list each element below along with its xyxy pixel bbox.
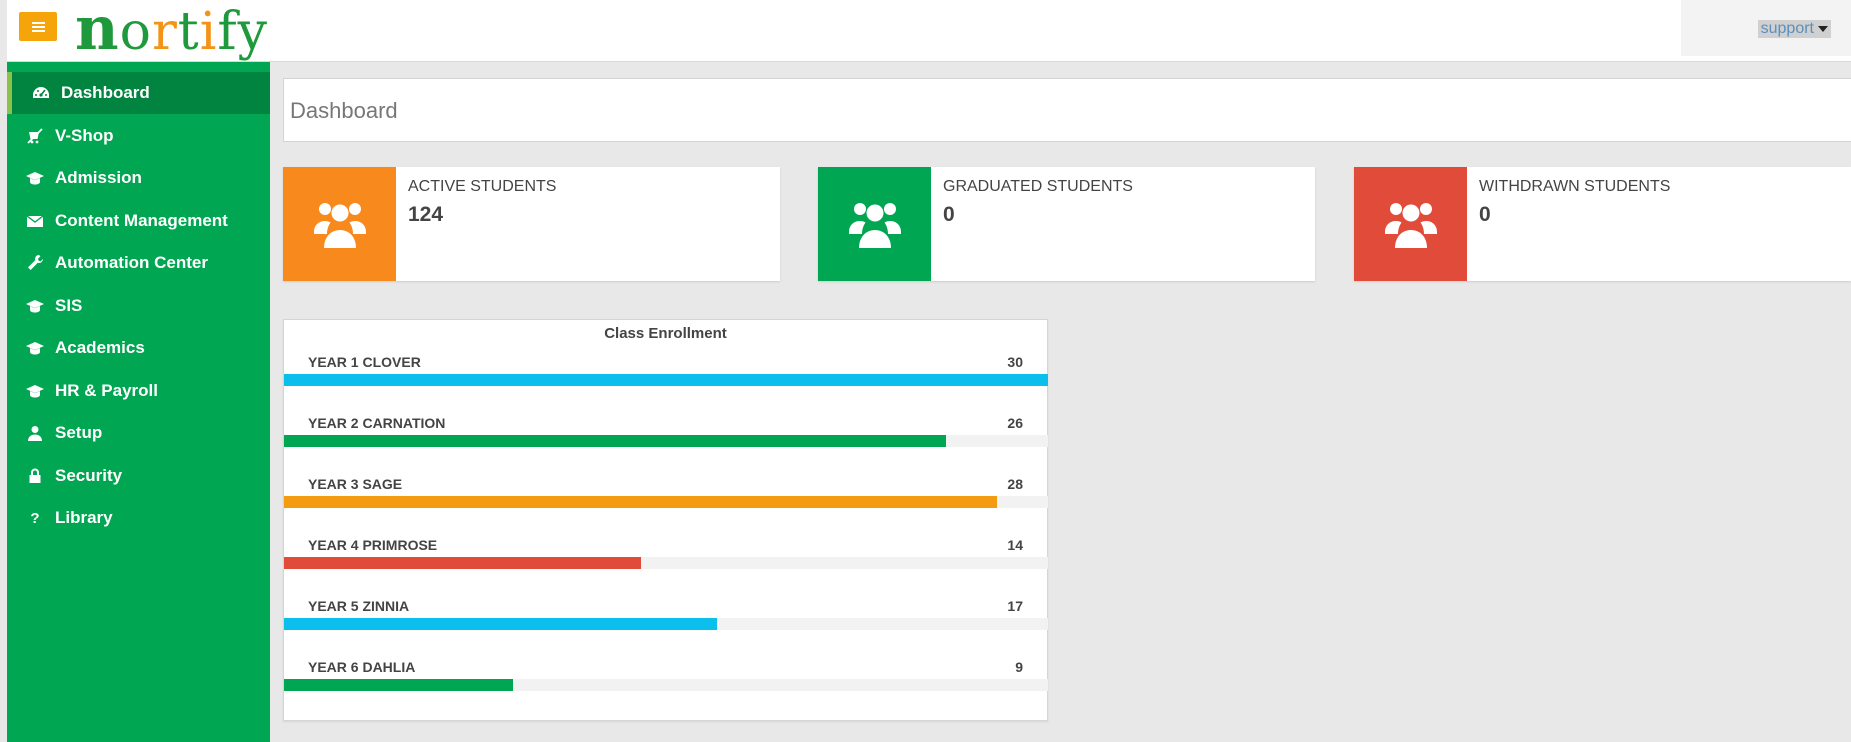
sidebar-item-automation-center[interactable]: Automation Center — [7, 242, 270, 284]
bar-track — [284, 374, 1048, 386]
users-icon — [847, 196, 903, 253]
sidebar-item-label: Setup — [55, 423, 103, 442]
bar — [284, 374, 1048, 386]
bar-track — [284, 435, 1048, 447]
bar — [284, 435, 947, 447]
bar-value: 30 — [1007, 354, 1023, 370]
logo[interactable]: nortify — [75, 0, 268, 63]
sidebar-item-label: Academics — [55, 338, 145, 357]
stat-value: 0 — [943, 203, 955, 226]
sidebar-item-content-management[interactable]: Content Management — [7, 200, 270, 242]
graduation-cap-icon — [24, 382, 46, 400]
wrench-icon — [24, 254, 46, 272]
chart-title: Class Enrollment — [604, 325, 727, 342]
bar-track — [284, 496, 1048, 508]
bar-label: YEAR 1 CLOVER — [308, 354, 421, 370]
sidebar-item-label: Content Management — [55, 210, 228, 230]
bar — [284, 557, 641, 569]
sidebar-item-label: Automation Center — [55, 253, 208, 272]
stat-card-active[interactable]: ACTIVE STUDENTS 124 — [283, 167, 780, 281]
bar-value: 28 — [1007, 476, 1023, 492]
stat-value: 0 — [1479, 203, 1491, 226]
stat-icon-box — [283, 167, 396, 281]
graduation-cap-icon — [24, 339, 46, 357]
user-menu-button[interactable]: support — [1757, 20, 1831, 38]
stat-value: 124 — [408, 203, 444, 226]
stat-icon-box — [818, 167, 931, 281]
top-bar: nortify support — [7, 0, 1851, 62]
stat-label: ACTIVE STUDENTS — [408, 178, 557, 195]
sidebar-item-dashboard[interactable]: Dashboard — [7, 72, 270, 114]
sidebar-item-label: Dashboard — [61, 83, 150, 102]
bar-label: YEAR 3 SAGE — [308, 476, 403, 492]
page-title: Dashboard — [290, 98, 398, 123]
envelope-icon — [24, 212, 46, 230]
sidebar-item-v-shop[interactable]: V-Shop — [7, 115, 270, 157]
sidebar-item-hr-payroll[interactable]: HR & Payroll — [7, 370, 270, 412]
caret-down-icon — [1818, 25, 1828, 32]
users-icon — [1383, 196, 1439, 253]
users-icon — [312, 196, 368, 253]
sidebar-item-label: HR & Payroll — [55, 380, 158, 400]
sidebar-item-sis[interactable]: SIS — [7, 285, 270, 327]
class-enrollment-chart: Class Enrollment YEAR 1 CLOVER 30 YEAR 2 C… — [283, 319, 1048, 721]
stat-card-withdrawn[interactable]: WITHDRAWN STUDENTS 0 — [1354, 167, 1851, 281]
sidebar-item-label: Admission — [55, 168, 142, 187]
bar-track — [284, 618, 1048, 630]
bar-track — [284, 557, 1048, 569]
sidebar-item-label: V-Shop — [55, 125, 114, 145]
stat-icon-box — [1354, 167, 1467, 281]
bar-label: YEAR 2 CARNATION — [308, 415, 446, 431]
sidebar-item-academics[interactable]: Academics — [7, 327, 270, 369]
graduation-cap-icon — [24, 169, 46, 187]
stat-card-graduated[interactable]: GRADUATED STUDENTS 0 — [818, 167, 1315, 281]
bar — [284, 496, 998, 508]
question-icon: ? — [24, 509, 46, 527]
bar-value: 14 — [1007, 537, 1023, 553]
bar — [284, 618, 717, 630]
sidebar-item-label: SIS — [55, 295, 83, 315]
sidebar-item-admission[interactable]: Admission — [7, 157, 270, 199]
sidebar-item-label: Library — [55, 508, 113, 527]
bar-label: YEAR 5 ZINNIA — [308, 598, 410, 614]
user-icon — [24, 424, 46, 442]
bar-value: 26 — [1007, 415, 1023, 431]
stat-label: GRADUATED STUDENTS — [943, 178, 1133, 195]
sidebar-item-label: Security — [55, 465, 123, 485]
graduation-cap-icon — [24, 297, 46, 315]
sidebar-item-security[interactable]: Security — [7, 455, 270, 497]
sidebar-item-library[interactable]: ? Library — [7, 497, 270, 539]
user-menu-area: support — [1681, 0, 1851, 56]
bar — [284, 679, 514, 691]
dashboard-icon — [30, 84, 52, 102]
sidebar-item-setup[interactable]: Setup — [7, 412, 270, 454]
bar-track — [284, 679, 1048, 691]
bar-label: YEAR 4 PRIMROSE — [308, 537, 438, 553]
stat-label: WITHDRAWN STUDENTS — [1479, 178, 1671, 195]
bar-label: YEAR 6 DAHLIA — [308, 659, 416, 675]
sidebar: Dashboard V-Shop Admission Content Manageme… — [7, 62, 270, 742]
page-title-panel: Dashboard — [283, 78, 1851, 142]
svg-text:?: ? — [30, 510, 39, 526]
shop-icon — [24, 127, 46, 145]
lock-icon — [24, 467, 46, 485]
bar-value: 17 — [1007, 598, 1023, 614]
bar-value: 9 — [1015, 659, 1023, 675]
hamburger-icon[interactable] — [19, 12, 57, 41]
user-name: support — [1760, 20, 1814, 37]
